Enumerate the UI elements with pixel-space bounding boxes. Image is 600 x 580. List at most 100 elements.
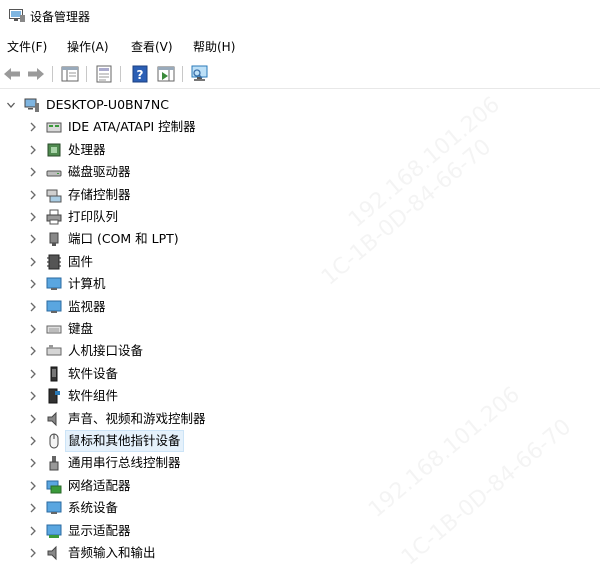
collapsed-chevron-icon[interactable] bbox=[28, 434, 38, 448]
menu-action[interactable]: 操作(A) bbox=[67, 38, 109, 55]
tree-item[interactable]: 鼠标和其他指针设备 bbox=[0, 430, 600, 452]
show-hide-console-tree-button[interactable] bbox=[60, 64, 80, 84]
usb-icon bbox=[49, 456, 59, 471]
disk-drive-icon bbox=[46, 170, 62, 177]
tree-item-label: 磁盘驱动器 bbox=[68, 164, 131, 180]
properties-icon bbox=[96, 65, 112, 83]
tree-item-label: 打印队列 bbox=[68, 209, 119, 224]
tree-root-label: DESKTOP-U0BN7NC bbox=[46, 97, 169, 112]
tree-item[interactable]: 显示适配器 bbox=[0, 520, 600, 542]
collapsed-chevron-icon[interactable] bbox=[28, 232, 38, 246]
speaker-icon bbox=[47, 411, 57, 426]
tree-item-label: 计算机 bbox=[68, 276, 106, 292]
tree-item[interactable]: 固件 bbox=[0, 251, 600, 273]
action-pane-button[interactable] bbox=[156, 64, 176, 84]
menu-view[interactable]: 查看(V) bbox=[131, 38, 173, 55]
tree-item[interactable]: 网络适配器 bbox=[0, 475, 600, 497]
collapsed-chevron-icon[interactable] bbox=[28, 524, 38, 538]
collapsed-chevron-icon[interactable] bbox=[28, 412, 38, 426]
tree-item-label: IDE ATA/ATAPI 控制器 bbox=[68, 119, 196, 135]
tree-item[interactable]: 键盘 bbox=[0, 318, 600, 340]
console-tree-icon bbox=[61, 66, 79, 82]
action-pane-icon bbox=[157, 66, 175, 82]
toolbar-separator bbox=[52, 66, 53, 82]
tree-item[interactable]: 处理器 bbox=[0, 139, 600, 161]
tree-item[interactable]: 监视器 bbox=[0, 296, 600, 318]
system-device-icon bbox=[46, 501, 62, 515]
scan-hardware-button[interactable] bbox=[190, 64, 210, 84]
tree-item[interactable]: 声音、视频和游戏控制器 bbox=[0, 408, 600, 430]
menu-bar: 文件(F) 操作(A) 查看(V) 帮助(H) bbox=[0, 36, 600, 58]
monitor-icon bbox=[46, 300, 62, 313]
computer-root-icon bbox=[24, 98, 39, 112]
device-manager-app-icon bbox=[9, 9, 25, 22]
tree-root-row[interactable]: DESKTOP-U0BN7NC bbox=[0, 94, 600, 116]
collapsed-chevron-icon[interactable] bbox=[28, 210, 38, 224]
keyboard-icon bbox=[46, 325, 62, 334]
collapsed-chevron-icon[interactable] bbox=[28, 389, 38, 403]
menu-help[interactable]: 帮助(H) bbox=[193, 38, 235, 55]
collapsed-chevron-icon[interactable] bbox=[28, 367, 38, 381]
collapsed-chevron-icon[interactable] bbox=[28, 501, 38, 515]
tree-item-label: 声音、视频和游戏控制器 bbox=[68, 410, 206, 426]
collapsed-chevron-icon[interactable] bbox=[28, 546, 38, 560]
tree-item[interactable]: 存储控制器 bbox=[0, 184, 600, 206]
tree-item[interactable]: 计算机 bbox=[0, 273, 600, 295]
firmware-icon bbox=[47, 254, 61, 270]
back-button[interactable] bbox=[2, 64, 22, 84]
computer-icon bbox=[46, 277, 62, 291]
collapsed-chevron-icon[interactable] bbox=[28, 322, 38, 336]
toolbar: ? bbox=[0, 60, 600, 89]
tree-item[interactable]: 端口 (COM 和 LPT) bbox=[0, 228, 600, 250]
tree-item-label: 显示适配器 bbox=[68, 522, 131, 538]
tree-item-label: 固件 bbox=[68, 253, 94, 269]
collapsed-chevron-icon[interactable] bbox=[28, 120, 38, 134]
forward-arrow-icon bbox=[28, 68, 44, 80]
tree-item-label: 人机接口设备 bbox=[68, 343, 144, 359]
tree-item-label: 网络适配器 bbox=[68, 477, 131, 493]
collapsed-chevron-icon[interactable] bbox=[28, 188, 38, 202]
tree-item-label: 系统设备 bbox=[68, 500, 119, 516]
tree-item[interactable]: 打印队列 bbox=[0, 206, 600, 228]
collapsed-chevron-icon[interactable] bbox=[28, 344, 38, 358]
tree-item-label: 存储控制器 bbox=[68, 186, 131, 202]
tree-item[interactable]: 软件组件 bbox=[0, 385, 600, 407]
tree-item-label: 通用串行总线控制器 bbox=[68, 455, 181, 471]
tree-item[interactable]: 人机接口设备 bbox=[0, 340, 600, 362]
collapsed-chevron-icon[interactable] bbox=[28, 255, 38, 269]
port-icon bbox=[49, 232, 59, 247]
audio-io-icon bbox=[47, 545, 57, 561]
tree-item-label: 键盘 bbox=[68, 321, 94, 336]
software-device-icon bbox=[50, 366, 58, 382]
tree-item[interactable]: 软件设备 bbox=[0, 363, 600, 385]
properties-button[interactable] bbox=[94, 64, 114, 84]
ide-controller-icon bbox=[46, 122, 62, 133]
tree-item[interactable]: 音频输入和输出 bbox=[0, 542, 600, 564]
expanded-chevron-icon[interactable] bbox=[6, 98, 16, 112]
collapsed-chevron-icon[interactable] bbox=[28, 143, 38, 157]
collapsed-chevron-icon[interactable] bbox=[28, 456, 38, 470]
menu-file[interactable]: 文件(F) bbox=[7, 38, 47, 55]
forward-button[interactable] bbox=[26, 64, 46, 84]
collapsed-chevron-icon[interactable] bbox=[28, 479, 38, 493]
help-button[interactable]: ? bbox=[130, 64, 150, 84]
software-component-icon bbox=[48, 388, 60, 404]
collapsed-chevron-icon[interactable] bbox=[28, 300, 38, 314]
tree-item-label: 音频输入和输出 bbox=[68, 545, 156, 560]
tree-item[interactable]: 系统设备 bbox=[0, 497, 600, 519]
hid-icon bbox=[46, 345, 62, 356]
tree-item-label: 处理器 bbox=[68, 141, 106, 157]
tree-item[interactable]: 通用串行总线控制器 bbox=[0, 452, 600, 474]
svg-text:?: ? bbox=[137, 68, 144, 82]
processor-icon bbox=[47, 143, 61, 157]
network-adapter-icon bbox=[46, 480, 62, 494]
toolbar-separator bbox=[182, 66, 183, 82]
collapsed-chevron-icon[interactable] bbox=[28, 165, 38, 179]
back-arrow-icon bbox=[4, 68, 20, 80]
toolbar-separator bbox=[120, 66, 121, 82]
collapsed-chevron-icon[interactable] bbox=[28, 277, 38, 291]
tree-item[interactable]: IDE ATA/ATAPI 控制器 bbox=[0, 116, 600, 138]
display-adapter-icon bbox=[46, 524, 62, 538]
tree-item-label: 端口 (COM 和 LPT) bbox=[68, 231, 179, 247]
tree-item[interactable]: 磁盘驱动器 bbox=[0, 161, 600, 183]
